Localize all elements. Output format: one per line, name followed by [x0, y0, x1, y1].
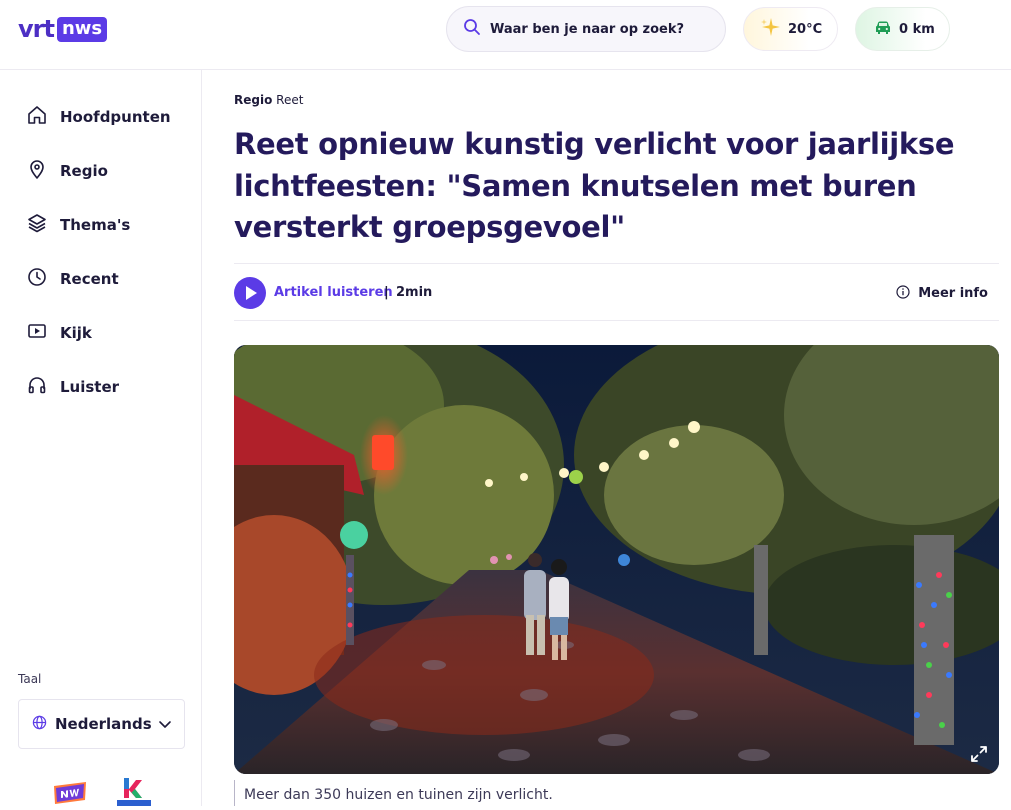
sidebar-item-themas[interactable]: Thema's: [26, 210, 130, 240]
sidebar: Hoofdpunten Regio Thema's Recent Kijk Lu…: [0, 70, 202, 806]
sidebar-item-kijk[interactable]: Kijk: [26, 318, 92, 348]
sidebar-item-label: Kijk: [60, 324, 92, 342]
article-photo[interactable]: [234, 345, 999, 774]
sidebar-item-luister[interactable]: Luister: [26, 372, 119, 402]
weather-button[interactable]: 20°C: [743, 7, 838, 51]
ketnet-brand-logo[interactable]: [116, 776, 152, 806]
vrt-nws-logo[interactable]: vrt nws: [18, 15, 108, 43]
top-header: vrt nws Waar ben je naar op zoek? 20°C 0…: [0, 0, 1011, 70]
sidebar-item-label: Luister: [60, 378, 120, 396]
logo-vrt-text: vrt: [18, 15, 55, 43]
sidebar-item-hoofdpunten[interactable]: Hoofdpunten: [26, 102, 171, 132]
sidebar-item-label: Regio: [60, 162, 108, 180]
sidebar-item-regio[interactable]: Regio: [26, 156, 108, 186]
globe-icon: [32, 715, 47, 734]
breadcrumb-section[interactable]: Regio: [234, 93, 272, 107]
listen-duration: 2min: [396, 285, 433, 300]
search-input[interactable]: Waar ben je naar op zoek?: [446, 6, 726, 52]
listen-bar: Artikel luisteren | 2min Meer info: [234, 263, 999, 321]
weather-temperature: 20°C: [788, 21, 823, 37]
search-icon: [463, 18, 481, 40]
sidebar-item-label: Hoofdpunten: [60, 108, 171, 126]
info-icon: [896, 284, 910, 303]
more-info-label: Meer info: [918, 286, 988, 301]
breadcrumb-place[interactable]: Reet: [276, 93, 303, 107]
chevron-down-icon: [158, 716, 172, 735]
logo-nws-badge: nws: [56, 16, 108, 42]
search-placeholder: Waar ben je naar op zoek?: [490, 21, 685, 37]
listen-separator: |: [384, 285, 389, 300]
play-button[interactable]: [234, 277, 266, 309]
language-select[interactable]: Nederlands: [18, 699, 185, 749]
sidebar-item-recent[interactable]: Recent: [26, 264, 119, 294]
layers-icon: [26, 212, 48, 238]
nws-brand-logo[interactable]: [52, 780, 88, 806]
listen-article-link[interactable]: Artikel luisteren: [274, 285, 393, 300]
language-label: Taal: [18, 672, 42, 686]
photo-caption: Meer dan 350 huizen en tuinen zijn verli…: [234, 780, 553, 806]
more-info-button[interactable]: Meer info: [896, 284, 988, 303]
sun-sparkle-icon: [760, 16, 782, 42]
home-icon: [26, 104, 48, 130]
traffic-km: 0 km: [899, 21, 935, 37]
language-value: Nederlands: [55, 715, 152, 733]
breadcrumb: Regio Reet: [234, 93, 303, 107]
clock-icon: [26, 266, 48, 292]
illuminated-street-image: [234, 345, 999, 774]
play-screen-icon: [26, 320, 48, 346]
sidebar-item-label: Thema's: [60, 216, 131, 234]
traffic-button[interactable]: 0 km: [855, 7, 950, 51]
sidebar-item-label: Recent: [60, 270, 119, 288]
headphones-icon: [26, 374, 48, 400]
article-title: Reet opnieuw kunstig verlicht voor jaarl…: [234, 127, 955, 244]
car-icon: [875, 20, 891, 39]
location-pin-icon: [26, 158, 48, 184]
fullscreen-expand-icon[interactable]: [969, 744, 989, 764]
